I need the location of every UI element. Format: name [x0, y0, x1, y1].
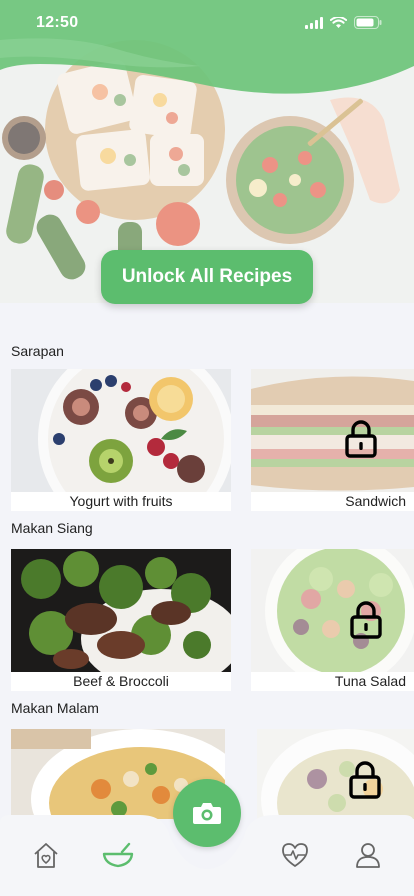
lock-icon — [345, 420, 377, 458]
lock-overlay — [251, 549, 414, 672]
status-icons — [305, 16, 382, 29]
signal-icon — [305, 16, 323, 29]
recipe-card-locked-dinner[interactable] — [257, 729, 414, 819]
recipe-name: Beef & Broccoli — [11, 672, 231, 691]
recipe-card-tuna-salad[interactable]: Tuna Salad — [251, 549, 414, 691]
lock-icon — [349, 761, 381, 799]
unlock-all-recipes-button[interactable]: Unlock All Recipes — [101, 250, 313, 304]
lock-overlay — [251, 369, 414, 492]
lock-icon — [350, 601, 382, 639]
section-title-sarapan: Sarapan — [11, 343, 64, 359]
battery-icon — [354, 16, 382, 29]
bowl-icon[interactable] — [102, 842, 134, 868]
recipe-name: Tuna Salad — [251, 672, 414, 691]
recipe-card-yogurt[interactable]: Yogurt with fruits — [11, 369, 231, 511]
recipe-image-beef-broccoli — [11, 549, 231, 672]
section-title-makan-malam: Makan Malam — [11, 700, 99, 716]
status-bar: 12:50 — [0, 0, 414, 48]
recipe-card-beef-broccoli[interactable]: Beef & Broccoli — [11, 549, 231, 691]
status-time: 12:50 — [36, 14, 79, 31]
recipe-image-yogurt — [11, 369, 231, 492]
recipe-name: Yogurt with fruits — [11, 492, 231, 511]
profile-icon[interactable] — [355, 842, 381, 868]
camera-button[interactable] — [173, 779, 241, 847]
heart-pulse-icon[interactable] — [281, 842, 309, 868]
section-title-makan-siang: Makan Siang — [11, 520, 93, 536]
camera-icon — [193, 803, 221, 824]
home-icon[interactable] — [33, 842, 59, 869]
lock-overlay — [257, 729, 414, 819]
recipe-name: Sandwich — [251, 492, 414, 511]
wifi-icon — [330, 16, 347, 28]
recipe-card-sandwich[interactable]: Sandwich — [251, 369, 414, 511]
